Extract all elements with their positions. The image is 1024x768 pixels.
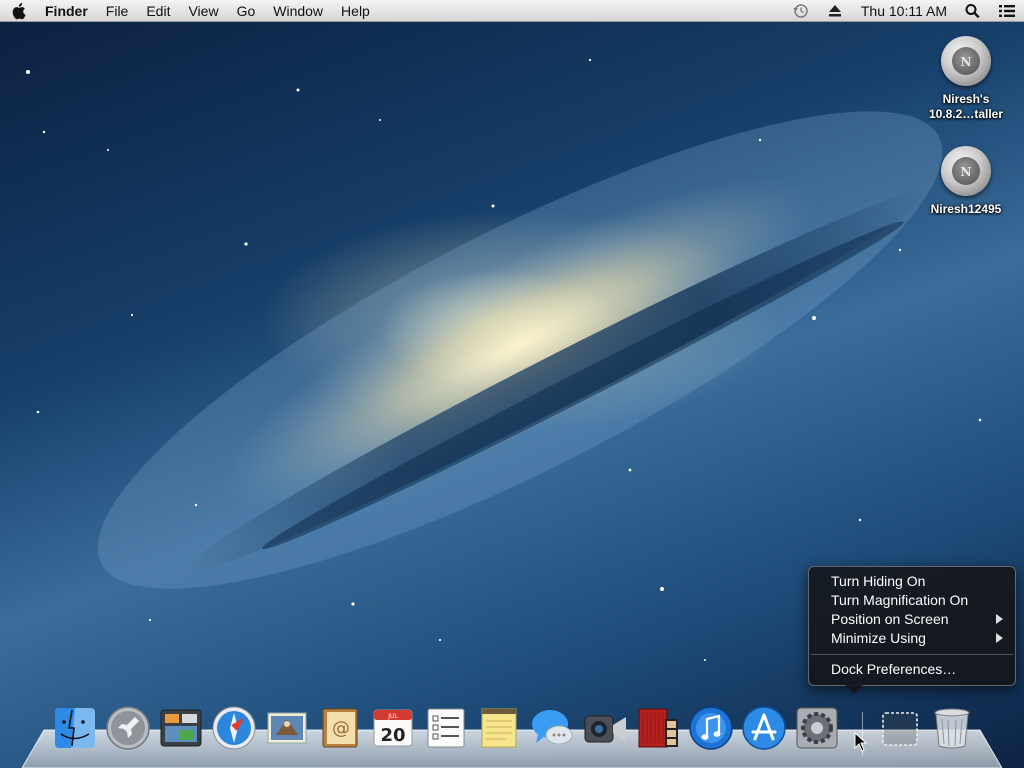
notes-icon[interactable] <box>476 705 522 751</box>
svg-text:@: @ <box>332 718 350 739</box>
notification-center-icon[interactable] <box>998 3 1016 19</box>
mouse-cursor-icon <box>854 732 868 752</box>
spotlight-icon[interactable] <box>964 3 982 19</box>
calendar-month: JUL <box>387 713 398 720</box>
dock-context-menu: Turn Hiding On Turn Magnification On Pos… <box>808 566 1016 694</box>
eject-icon[interactable] <box>826 3 844 19</box>
desktop-icon-label: Niresh12495 <box>911 202 1021 217</box>
time-machine-icon[interactable] <box>792 3 810 19</box>
messages-icon[interactable] <box>529 705 575 751</box>
calendar-icon[interactable]: JUL 20 <box>370 705 416 751</box>
menu-item-turn-hiding-on[interactable]: Turn Hiding On <box>809 572 1015 591</box>
desktop-disk-installer[interactable]: N Niresh's 10.8.2…taller <box>911 36 1021 122</box>
disk-image-icon: N <box>941 36 991 86</box>
downloads-stack-icon[interactable] <box>877 705 923 751</box>
itunes-icon[interactable] <box>688 705 734 751</box>
desktop-icon-label-line1: Niresh12495 <box>930 202 1002 216</box>
menu-help[interactable]: Help <box>332 0 379 22</box>
desktop-icon-label-line2: 10.8.2…taller <box>928 107 1004 121</box>
menu-item-turn-magnification-on[interactable]: Turn Magnification On <box>809 591 1015 610</box>
disk-badge: N <box>952 157 980 185</box>
menu-item-label: Turn Magnification On <box>831 592 969 608</box>
desktop-icon-label: Niresh's 10.8.2…taller <box>911 92 1021 122</box>
menu-window[interactable]: Window <box>264 0 332 22</box>
desktop-icon-label-line1: Niresh's <box>942 92 990 106</box>
menu-item-position-on-screen[interactable]: Position on Screen <box>809 610 1015 629</box>
menu-item-label: Minimize Using <box>831 630 926 646</box>
menu-bar: Finder File Edit View Go Window Help Thu… <box>0 0 1024 22</box>
calendar-day: 20 <box>380 725 405 746</box>
disk-badge: N <box>952 47 980 75</box>
menu-clock[interactable]: Thu 10:11 AM <box>852 0 956 22</box>
menu-item-dock-preferences[interactable]: Dock Preferences… <box>809 660 1015 679</box>
menu-view[interactable]: View <box>179 0 227 22</box>
menu-extras: Thu 10:11 AM <box>784 0 1024 22</box>
launchpad-icon[interactable] <box>105 705 151 751</box>
apple-menu-icon[interactable] <box>12 2 28 20</box>
mail-icon[interactable] <box>264 705 310 751</box>
menu-separator <box>811 654 1013 655</box>
desktop-disk-niresh[interactable]: N Niresh12495 <box>911 146 1021 217</box>
disk-image-icon: N <box>941 146 991 196</box>
menu-file[interactable]: File <box>97 0 138 22</box>
menu-go[interactable]: Go <box>228 0 265 22</box>
menu-item-label: Turn Hiding On <box>831 573 926 589</box>
facetime-icon[interactable] <box>582 705 628 751</box>
trash-icon[interactable] <box>929 705 975 751</box>
submenu-arrow-icon <box>996 614 1003 624</box>
menu-edit[interactable]: Edit <box>137 0 179 22</box>
system-preferences-icon[interactable] <box>794 705 840 751</box>
submenu-arrow-icon <box>996 633 1003 643</box>
mission-control-icon[interactable] <box>158 705 204 751</box>
menu-item-label: Dock Preferences… <box>831 661 957 677</box>
menu-item-label: Position on Screen <box>831 611 949 627</box>
reminders-icon[interactable] <box>423 705 469 751</box>
app-store-icon[interactable] <box>741 705 787 751</box>
menu-finder[interactable]: Finder <box>36 0 97 22</box>
safari-icon[interactable] <box>211 705 257 751</box>
menu-item-minimize-using[interactable]: Minimize Using <box>809 629 1015 648</box>
photo-booth-icon[interactable] <box>635 705 681 751</box>
contacts-icon[interactable]: @ <box>317 705 363 751</box>
finder-icon[interactable] <box>52 705 98 751</box>
